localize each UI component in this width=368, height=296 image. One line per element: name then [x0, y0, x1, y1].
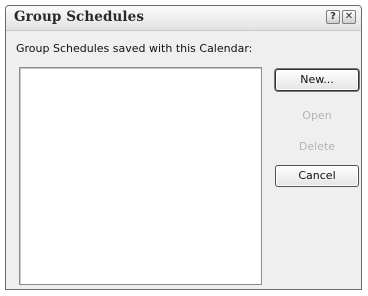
- delete-button: Delete: [298, 140, 336, 153]
- cancel-button[interactable]: Cancel: [275, 165, 359, 187]
- saved-schedules-list[interactable]: [19, 67, 262, 285]
- help-icon[interactable]: ?: [326, 10, 340, 24]
- group-schedules-dialog: Group Schedules ? ✕ Group Schedules save…: [5, 5, 362, 290]
- dialog-title: Group Schedules: [14, 9, 145, 25]
- open-button: Open: [302, 109, 332, 122]
- new-button[interactable]: New...: [275, 69, 359, 91]
- title-bar[interactable]: Group Schedules ? ✕: [6, 6, 361, 31]
- saved-schedules-label: Group Schedules saved with this Calendar…: [16, 42, 253, 55]
- close-icon[interactable]: ✕: [342, 10, 356, 24]
